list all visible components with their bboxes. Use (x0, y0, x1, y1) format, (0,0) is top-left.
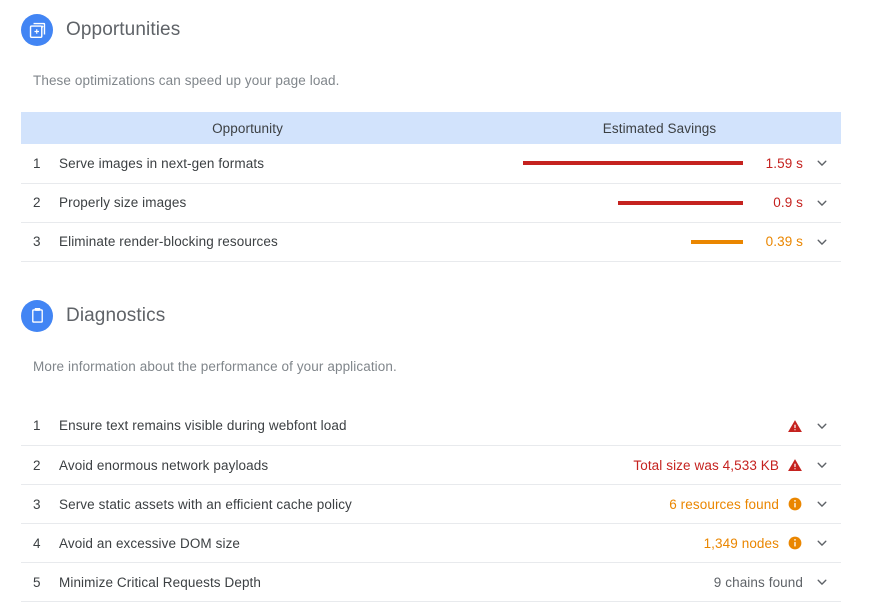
table-row[interactable]: 4 Avoid an excessive DOM size 1,349 nodes (21, 523, 841, 563)
info-circle-icon (787, 535, 803, 551)
table-row[interactable]: 3 Eliminate render-blocking resources 0.39… (21, 222, 842, 262)
savings-value: 0.39 s (765, 234, 804, 249)
savings-bar (691, 239, 744, 244)
diagnostic-title[interactable]: Avoid enormous network payloads (59, 445, 474, 485)
savings-value: 1.59 s (765, 155, 804, 171)
expand-cell[interactable] (803, 222, 842, 262)
table-row[interactable]: 3 Serve static assets with an efficient c… (21, 484, 841, 524)
diagnostic-value-cell: 9 chains found (474, 562, 803, 602)
diagnostic-value: 1,349 nodes (703, 535, 779, 551)
savings-bar-track (519, 161, 744, 166)
diagnostics-table: 1 Ensure text remains visible during webf… (21, 406, 841, 602)
chevron-down-icon[interactable] (803, 156, 841, 170)
diagnostic-value-cell: 1,349 nodes (474, 523, 803, 563)
row-index: 3 (21, 222, 59, 262)
diagnostic-value: 6 resources found (669, 496, 779, 512)
warning-triangle-icon (787, 457, 803, 473)
expand-cell[interactable] (803, 445, 841, 485)
row-index: 5 (21, 562, 59, 602)
savings-value: 0.9 s (773, 195, 804, 210)
estimated-savings-cell: 0.39 s (478, 222, 804, 262)
opportunities-description: These optimizations can speed up your pa… (33, 73, 340, 88)
table-row[interactable]: 2 Avoid enormous network payloads Total si… (21, 445, 841, 485)
chevron-down-icon[interactable] (803, 575, 841, 589)
diagnostic-value: Total size was 4,533 KB (633, 457, 779, 473)
table-row[interactable]: 1 Ensure text remains visible during webf… (21, 406, 841, 446)
clipboard-icon (21, 299, 53, 332)
info-circle-icon (787, 496, 803, 512)
diagnostic-title[interactable]: Minimize Critical Requests Depth (59, 562, 474, 602)
opportunities-section-header: Opportunities (21, 14, 873, 46)
row-index: 1 (21, 144, 59, 184)
table-row[interactable]: 2 Properly size images 0.9 s (21, 183, 842, 223)
row-index: 2 (21, 183, 59, 223)
diagnostic-title[interactable]: Ensure text remains visible during webfo… (59, 406, 474, 446)
diagnostics-section-header: Diagnostics (21, 299, 873, 332)
table-row[interactable]: 5 Minimize Critical Requests Depth 9 chain… (21, 562, 841, 602)
warning-triangle-icon (787, 418, 803, 434)
savings-bar (523, 161, 744, 166)
opportunities-table: Opportunity Estimated Savings 1 Serve ima… (21, 112, 842, 262)
chevron-down-icon[interactable] (803, 235, 841, 249)
expand-cell[interactable] (803, 406, 841, 446)
diagnostic-title[interactable]: Serve static assets with an efficient ca… (59, 484, 474, 524)
diagnostics-description: More information about the performance o… (33, 358, 397, 374)
estimated-savings-cell: 0.9 s (478, 183, 804, 223)
savings-bar (618, 200, 744, 205)
row-index: 4 (21, 523, 59, 563)
lighthouse-report: Opportunities These optimizations can sp… (0, 0, 873, 612)
chevron-down-icon[interactable] (803, 497, 841, 511)
opportunity-title[interactable]: Serve images in next-gen formats (59, 144, 475, 184)
opportunities-title: Opportunities (66, 19, 181, 40)
image-sparkle-icon (21, 14, 53, 46)
chevron-down-icon[interactable] (803, 419, 841, 433)
diagnostic-title[interactable]: Avoid an excessive DOM size (59, 523, 474, 563)
diagnostic-value-cell: 6 resources found (474, 484, 803, 524)
diagnostic-value-cell: Total size was 4,533 KB (474, 445, 803, 485)
table-row[interactable]: 1 Serve images in next-gen formats 1.59 s (21, 144, 842, 184)
diagnostic-value-cell (474, 406, 803, 446)
diagnostic-value: 9 chains found (713, 574, 803, 590)
expand-cell[interactable] (803, 484, 841, 524)
expand-cell[interactable] (803, 562, 841, 602)
row-index: 1 (21, 406, 59, 446)
column-header-opportunity: Opportunity (21, 112, 475, 144)
opportunity-title[interactable]: Eliminate render-blocking resources (59, 222, 475, 262)
savings-bar-track (519, 200, 744, 205)
opportunity-title[interactable]: Properly size images (59, 183, 475, 223)
savings-bar-track (519, 239, 744, 244)
chevron-down-icon[interactable] (803, 536, 841, 550)
chevron-down-icon[interactable] (803, 196, 841, 210)
opportunities-table-header-row: Opportunity Estimated Savings (21, 112, 842, 144)
column-header-estimated-savings: Estimated Savings (478, 112, 842, 144)
expand-cell[interactable] (803, 523, 841, 563)
row-index: 3 (21, 484, 59, 524)
chevron-down-icon[interactable] (803, 458, 841, 472)
estimated-savings-cell: 1.59 s (478, 144, 804, 184)
expand-cell[interactable] (803, 183, 842, 223)
expand-cell[interactable] (803, 144, 842, 184)
diagnostics-title: Diagnostics (66, 304, 166, 326)
row-index: 2 (21, 445, 59, 485)
